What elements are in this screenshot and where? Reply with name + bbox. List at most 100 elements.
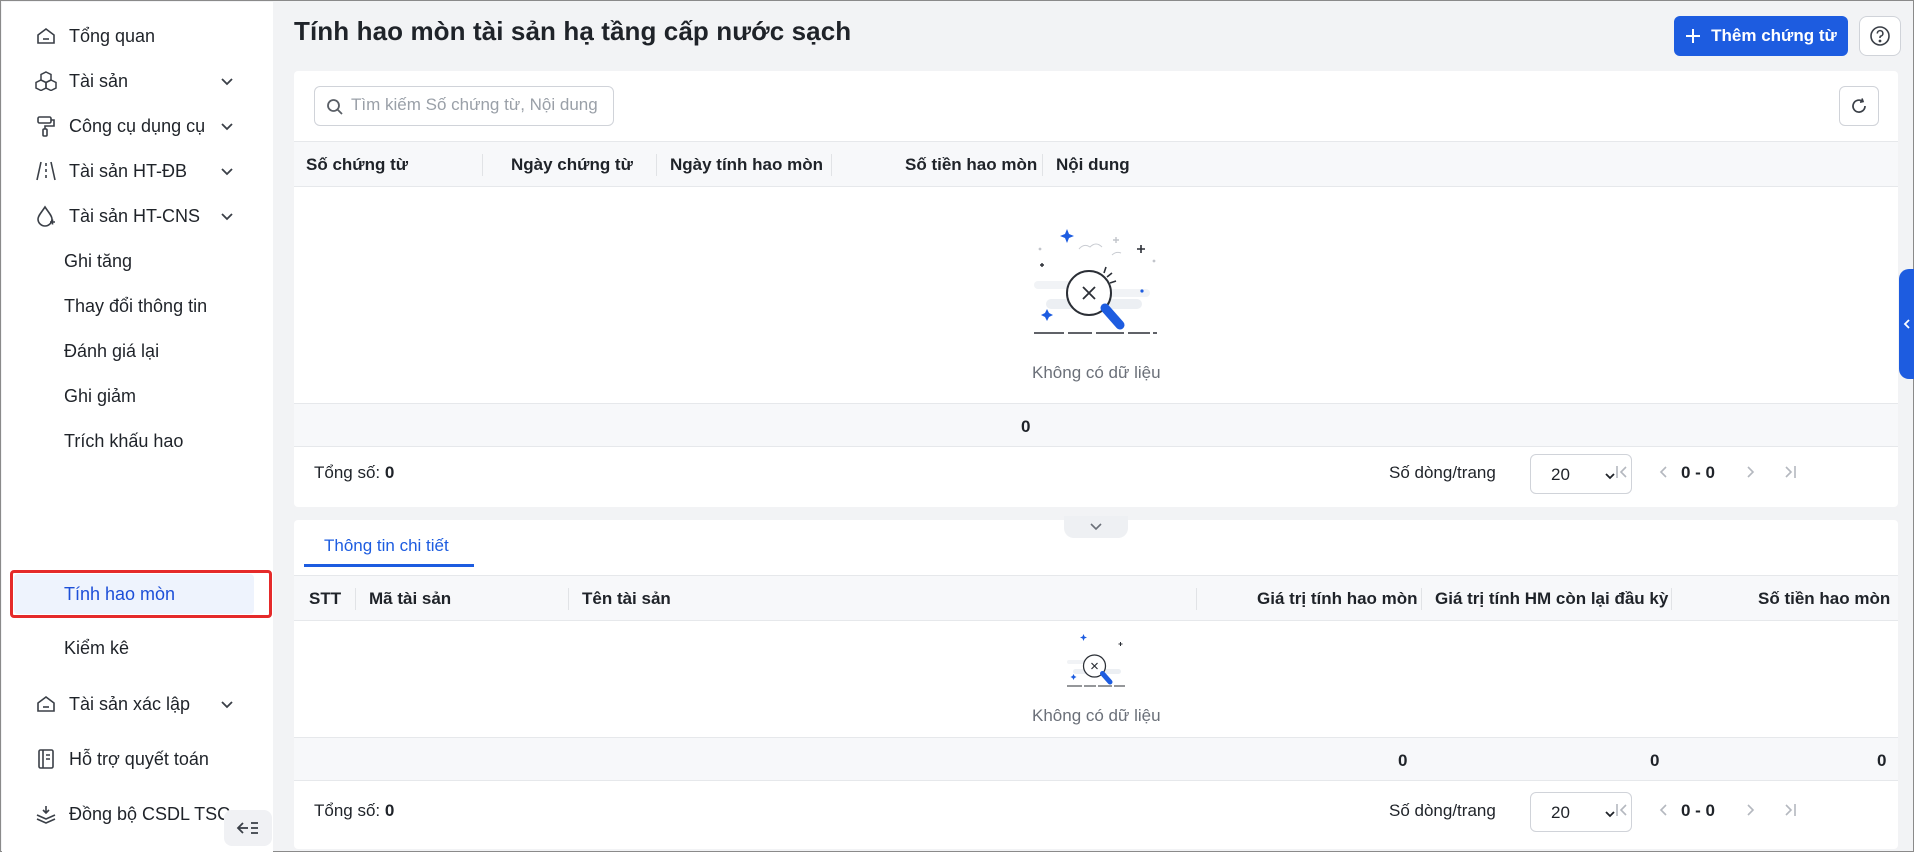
sidebar: Tổng quan Tài sản Công cụ dụng cụ Tài sả… [2, 2, 273, 852]
column-header[interactable]: Giá trị tính HM còn lại đầu kỳ [1435, 588, 1668, 610]
column-header[interactable]: Tên tài sản [582, 588, 671, 610]
chevron-down-icon [1090, 523, 1102, 531]
paint-roller-icon [34, 115, 58, 137]
detail-panel: Thông tin chi tiết STT Mã tài sản Tên tà… [294, 520, 1898, 849]
empty-search-icon [1067, 634, 1125, 687]
empty-search-icon [1034, 229, 1157, 334]
sidebar-subitem-label: Thay đổi thông tin [64, 296, 208, 316]
sidebar-item-tong-quan[interactable]: Tổng quan [2, 14, 273, 58]
sidebar-subitem-kiem-ke[interactable]: Kiểm kê [2, 626, 273, 670]
chevron-down-icon [221, 78, 233, 86]
column-header[interactable]: Ngày chứng từ [511, 154, 633, 176]
search-icon [327, 99, 343, 115]
empty-state-text: Không có dữ liệu [1032, 706, 1161, 725]
column-header[interactable]: STT [309, 588, 341, 610]
sidebar-item-label: Đồng bộ CSDL TSC [69, 804, 231, 824]
app-frame: Tổng quan Tài sản Công cụ dụng cụ Tài sả… [0, 0, 1914, 852]
highlight-box [10, 570, 272, 618]
column-header[interactable]: Số tiền hao mòn [905, 154, 1037, 176]
sidebar-subitem-thay-doi-thong-tin[interactable]: Thay đổi thông tin [2, 284, 273, 328]
detail-table-header: STT Mã tài sản Tên tài sản Giá trị tính … [294, 575, 1898, 621]
chevron-down-icon [221, 701, 233, 709]
sidebar-item-label: Tài sản HT-ĐB [69, 161, 188, 181]
column-header[interactable]: Số chứng từ [306, 154, 408, 176]
sidebar-subitem-trich-khau-hao[interactable]: Trích khấu hao [2, 419, 273, 463]
next-page-icon[interactable] [1742, 464, 1758, 480]
add-document-button[interactable]: Thêm chứng từ [1674, 16, 1848, 56]
sidebar-item-ho-tro-quyet-toan[interactable]: Hỗ trợ quyết toán [2, 737, 273, 781]
search-box[interactable] [314, 86, 614, 126]
help-button[interactable] [1859, 16, 1901, 56]
sidebar-item-tai-san-ht-cns[interactable]: Tài sản HT-CNS [2, 194, 273, 238]
page-range: 0 - 0 [1681, 801, 1716, 820]
sidebar-item-cong-cu-dung-cu[interactable]: Công cụ dụng cụ [2, 104, 273, 148]
documents-table-header: Số chứng từ Ngày chứng từ Ngày tính hao … [294, 141, 1898, 187]
documents-panel: Số chứng từ Ngày chứng từ Ngày tính hao … [294, 71, 1898, 507]
summary-value: 0 [1021, 417, 1031, 436]
sidebar-item-label: Tài sản [69, 71, 129, 91]
help-icon [1870, 26, 1890, 46]
rows-per-page-label: Số dòng/trang [1389, 463, 1496, 482]
summary-value: 0 [1398, 751, 1408, 770]
summary-value: 0 [1650, 751, 1660, 770]
column-header[interactable]: Mã tài sản [369, 588, 451, 610]
tab-thong-tin-chi-tiet[interactable]: Thông tin chi tiết [304, 526, 474, 567]
column-header[interactable]: Ngày tính hao mòn [670, 154, 823, 176]
road-icon [34, 160, 58, 182]
cubes-icon [34, 70, 58, 92]
next-page-icon[interactable] [1742, 802, 1758, 818]
detail-pagination: Tổng số: 0 Số dòng/trang 20 0 - 0 [294, 785, 1898, 837]
detail-summary-row: 0 0 0 [294, 737, 1898, 781]
panel-split-toggle[interactable] [1064, 516, 1128, 538]
column-header[interactable]: Giá trị tính hao mòn [1257, 588, 1418, 610]
sidebar-subitem-label: Kiểm kê [64, 638, 130, 658]
empty-state-text: Không có dữ liệu [1032, 363, 1161, 382]
add-document-label: Thêm chứng từ [1711, 26, 1837, 45]
plus-icon [1686, 29, 1701, 43]
sidebar-item-tai-san-ht-db[interactable]: Tài sản HT-ĐB [2, 149, 273, 193]
layers-sync-icon [34, 803, 58, 825]
chevron-down-icon [221, 123, 233, 131]
sidebar-item-label: Hỗ trợ quyết toán [69, 749, 209, 769]
sidebar-subitem-label: Trích khấu hao [64, 431, 184, 451]
total-count: Tổng số: 0 [314, 801, 395, 820]
documents-pagination: Tổng số: 0 Số dòng/trang 20 0 - 0 [294, 447, 1898, 499]
first-page-icon[interactable] [1614, 464, 1630, 480]
first-page-icon[interactable] [1614, 802, 1630, 818]
sidebar-subitem-ghi-giam[interactable]: Ghi giảm [2, 374, 273, 418]
sidebar-subitem-ghi-tang[interactable]: Ghi tăng [2, 239, 273, 283]
column-header[interactable]: Số tiền hao mòn [1758, 588, 1890, 610]
last-page-icon[interactable] [1782, 802, 1798, 818]
column-header[interactable]: Nội dung [1056, 154, 1130, 176]
refresh-button[interactable] [1839, 86, 1879, 126]
page-range: 0 - 0 [1681, 463, 1716, 482]
documents-summary-row: 0 [294, 403, 1898, 447]
page-title: Tính hao mòn tài sản hạ tầng cấp nước sạ… [294, 16, 852, 46]
sidebar-collapse-button[interactable] [224, 810, 272, 846]
sidebar-subitem-label: Ghi tăng [64, 251, 133, 271]
rows-per-page-label: Số dòng/trang [1389, 801, 1496, 820]
search-input[interactable] [351, 95, 601, 115]
ledger-icon [34, 748, 58, 770]
summary-value: 0 [1877, 751, 1887, 770]
chevron-down-icon [221, 213, 233, 221]
sidebar-item-label: Công cụ dụng cụ [69, 116, 206, 136]
sidebar-subitem-label: Ghi giảm [64, 386, 137, 406]
prev-page-icon[interactable] [1656, 802, 1672, 818]
sidebar-item-tai-san-xac-lap[interactable]: Tài sản xác lập [2, 682, 273, 726]
sidebar-item-tai-san[interactable]: Tài sản [2, 59, 273, 103]
refresh-icon [1852, 98, 1866, 113]
home-icon [34, 693, 58, 715]
last-page-icon[interactable] [1782, 464, 1798, 480]
sidebar-subitem-danh-gia-lai[interactable]: Đánh giá lại [2, 329, 273, 373]
total-count: Tổng số: 0 [314, 463, 395, 482]
right-drawer-toggle[interactable] [1899, 269, 1914, 379]
water-drop-icon [34, 205, 58, 227]
sidebar-item-label: Tài sản HT-CNS [69, 206, 201, 226]
collapse-left-icon [236, 822, 258, 834]
sidebar-item-label: Tài sản xác lập [69, 694, 191, 714]
sidebar-item-label: Tổng quan [69, 26, 156, 46]
chevron-left-icon [1903, 319, 1910, 329]
sidebar-subitem-label: Đánh giá lại [64, 341, 160, 361]
prev-page-icon[interactable] [1656, 464, 1672, 480]
